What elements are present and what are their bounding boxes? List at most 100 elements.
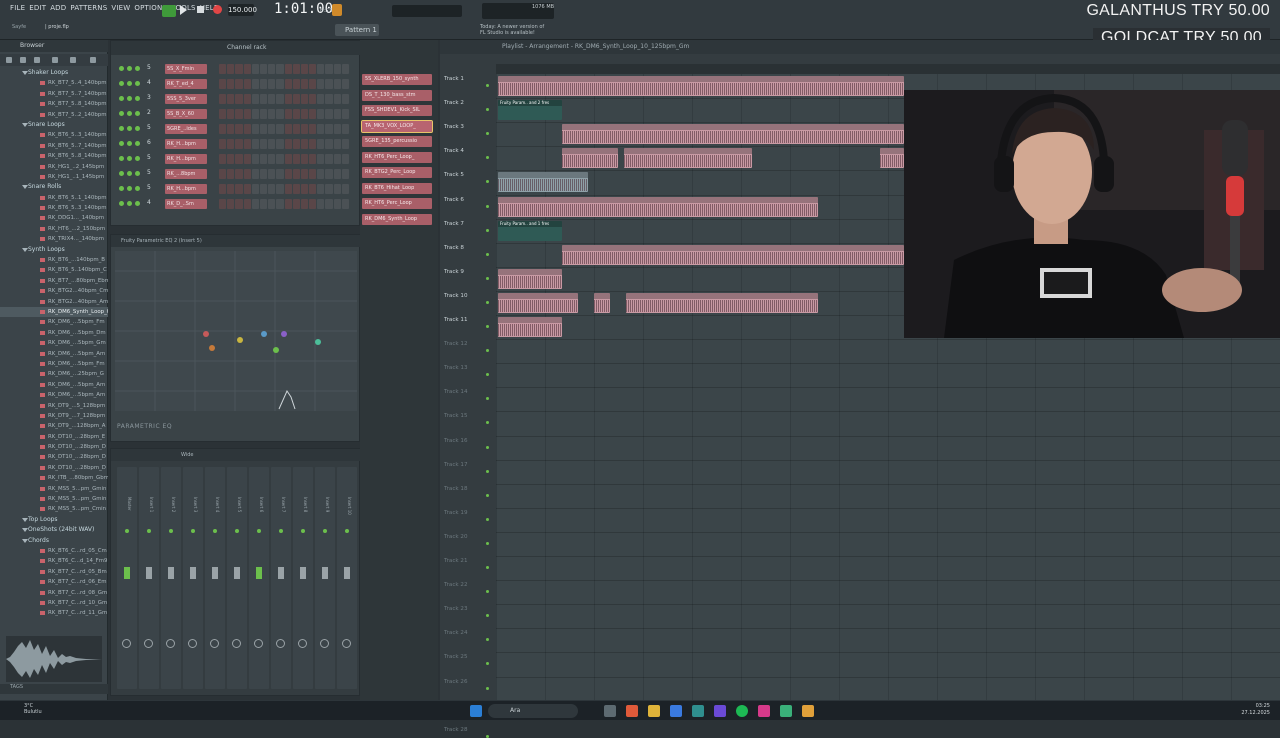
channel-name-button[interactable]: RK_D_..Sm xyxy=(165,199,207,209)
track-active-led[interactable] xyxy=(486,686,489,690)
channel-mute-led[interactable] xyxy=(135,156,140,161)
browser-file[interactable]: RK_DT10_...28bpm_D xyxy=(0,452,108,462)
step-button[interactable] xyxy=(333,154,341,164)
step-button[interactable] xyxy=(317,139,325,149)
browser-file[interactable]: RK_DM6_...5bpm_Am xyxy=(0,390,108,400)
pattern-selector[interactable]: Pattern 1 xyxy=(335,24,379,36)
step-button[interactable] xyxy=(235,184,243,194)
mixer-strip[interactable]: Insert 10 xyxy=(337,467,357,689)
pan-knob[interactable] xyxy=(144,639,153,648)
pan-knob[interactable] xyxy=(254,639,263,648)
browser-file[interactable]: RK_DT9_...128bpm_A xyxy=(0,421,108,431)
track-name[interactable]: Track 28 xyxy=(444,727,468,733)
browser-file[interactable]: RK_ITB_...80bpm_Gbm xyxy=(0,473,108,483)
step-sequencer[interactable] xyxy=(219,184,349,194)
channel-mute-led[interactable] xyxy=(127,156,132,161)
step-button[interactable] xyxy=(259,154,268,164)
step-button[interactable] xyxy=(243,184,251,194)
channel-mute-led[interactable] xyxy=(127,126,132,131)
channel-name-button[interactable]: 5S_X_Fmin xyxy=(165,64,207,74)
mixer-strip-led[interactable] xyxy=(323,529,327,533)
mixer-strip[interactable]: Insert 4 xyxy=(205,467,225,689)
track-name[interactable]: Track 15 xyxy=(444,413,468,419)
browser-file[interactable]: RK_DT10_...28bpm_D xyxy=(0,442,108,452)
step-button[interactable] xyxy=(309,79,317,89)
step-button[interactable] xyxy=(251,94,259,104)
track-name[interactable]: Track 5 xyxy=(444,172,464,178)
browser-file[interactable]: RK_DM6_...25bpm_G xyxy=(0,369,108,379)
automation-clip[interactable]: Fruity Param.. and 2 fres xyxy=(498,100,562,121)
step-button[interactable] xyxy=(268,154,276,164)
pan-knob[interactable] xyxy=(232,639,241,648)
channel-mute-led[interactable] xyxy=(135,201,140,206)
step-button[interactable] xyxy=(227,124,235,134)
step-button[interactable] xyxy=(341,109,349,119)
track-active-led[interactable] xyxy=(486,541,489,545)
step-button[interactable] xyxy=(276,184,284,194)
step-button[interactable] xyxy=(300,139,309,149)
volume-fader[interactable] xyxy=(344,567,350,579)
track-active-led[interactable] xyxy=(486,108,489,112)
step-button[interactable] xyxy=(325,79,333,89)
browser-folder[interactable]: OneShots (24bit WAV) xyxy=(0,525,108,535)
step-button[interactable] xyxy=(259,94,268,104)
browser-file[interactable]: RK_BT6_5..8_140bpm xyxy=(0,151,108,161)
browser-file[interactable]: RK_BT6_C...d_14_Fm9 xyxy=(0,556,108,566)
step-button[interactable] xyxy=(317,184,325,194)
system-clock[interactable]: 03:25 27.12.2025 xyxy=(1241,703,1270,717)
brave-browser-icon[interactable] xyxy=(626,705,638,717)
audio-clip[interactable] xyxy=(562,244,904,265)
step-button[interactable] xyxy=(235,139,243,149)
track-active-led[interactable] xyxy=(486,614,489,618)
channel-row[interactable]: 5 5S_X_Fmin xyxy=(115,63,355,75)
mixer-strip-led[interactable] xyxy=(345,529,349,533)
step-button[interactable] xyxy=(251,139,259,149)
step-button[interactable] xyxy=(341,124,349,134)
browser-file[interactable]: RK_DM6_...5bpm_Fm xyxy=(0,359,108,369)
track-name[interactable]: Track 23 xyxy=(444,606,468,612)
browser-file[interactable]: RK_BT7_C...rd_05_Bm xyxy=(0,567,108,577)
step-button[interactable] xyxy=(268,139,276,149)
track-active-led[interactable] xyxy=(486,517,489,521)
track-name[interactable]: Track 2 xyxy=(444,100,464,106)
step-button[interactable] xyxy=(227,94,235,104)
browser-folder[interactable]: Top Loops xyxy=(0,515,108,525)
picker-channel[interactable]: RK_HT6_Perc_Loop xyxy=(362,198,432,209)
step-button[interactable] xyxy=(292,199,300,209)
track-active-led[interactable] xyxy=(486,325,489,328)
audio-clip[interactable] xyxy=(594,292,610,313)
mixer-strip[interactable]: Insert 2 xyxy=(161,467,181,689)
pattern-mode-button[interactable] xyxy=(332,4,342,16)
mixer-strip-led[interactable] xyxy=(301,529,305,533)
step-button[interactable] xyxy=(309,169,317,179)
step-button[interactable] xyxy=(276,79,284,89)
step-button[interactable] xyxy=(300,79,309,89)
step-button[interactable] xyxy=(227,169,235,179)
track-name[interactable]: Track 6 xyxy=(444,197,464,203)
step-button[interactable] xyxy=(317,79,325,89)
mail-icon[interactable] xyxy=(670,705,682,717)
step-button[interactable] xyxy=(300,154,309,164)
channel-mixer-number[interactable]: 5 xyxy=(147,169,151,176)
step-button[interactable] xyxy=(268,184,276,194)
browser-file[interactable]: RK_BT6_5..140bpm_C xyxy=(0,265,108,275)
picker-channel[interactable]: FSS_SHDEV1_Kick_SIL xyxy=(362,105,432,116)
pan-knob[interactable] xyxy=(298,639,307,648)
eq-graph[interactable] xyxy=(115,251,357,411)
mixer-strip[interactable]: Insert 8 xyxy=(293,467,313,689)
step-button[interactable] xyxy=(251,199,259,209)
step-button[interactable] xyxy=(300,109,309,119)
step-button[interactable] xyxy=(243,79,251,89)
step-button[interactable] xyxy=(227,109,235,119)
track-name[interactable]: Track 8 xyxy=(444,245,464,251)
step-button[interactable] xyxy=(325,139,333,149)
track-active-led[interactable] xyxy=(486,156,489,160)
step-button[interactable] xyxy=(333,199,341,209)
picker-channel[interactable]: RK_HT6_Perc_Loop_ xyxy=(362,151,432,163)
step-button[interactable] xyxy=(243,64,251,74)
step-button[interactable] xyxy=(325,199,333,209)
mixer-strip-led[interactable] xyxy=(257,529,261,533)
step-sequencer[interactable] xyxy=(219,199,349,209)
step-button[interactable] xyxy=(268,109,276,119)
step-button[interactable] xyxy=(276,139,284,149)
